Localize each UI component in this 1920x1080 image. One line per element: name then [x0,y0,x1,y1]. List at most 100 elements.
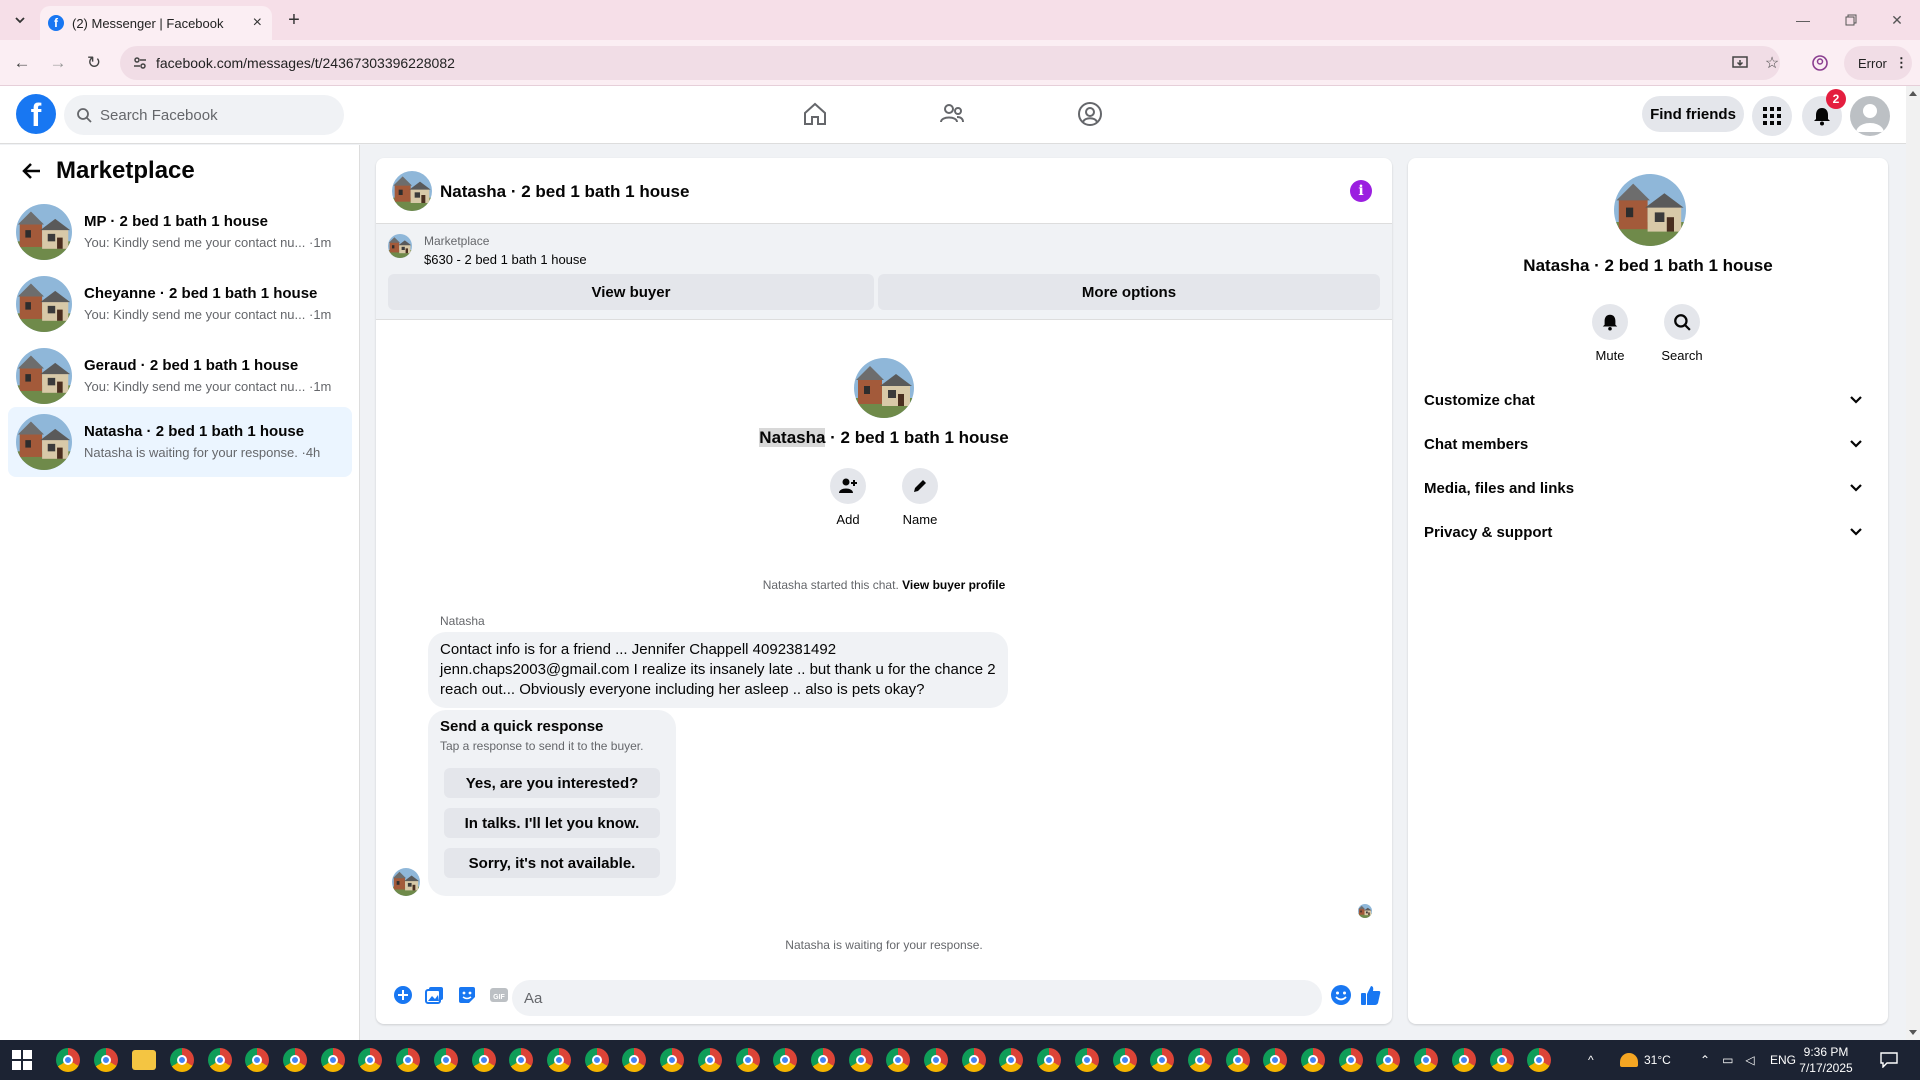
browser-taskbar-icon[interactable] [962,1048,986,1072]
windows-start-icon[interactable] [12,1050,32,1070]
more-menu-icon[interactable]: ⋮ [1895,55,1908,71]
browser-taskbar-icon[interactable] [1150,1048,1174,1072]
quick-response-button[interactable]: Yes, are you interested? [444,768,660,798]
add-member-button[interactable]: Add [818,468,878,527]
browser-taskbar-icon[interactable] [1037,1048,1061,1072]
view-buyer-profile-link[interactable]: View buyer profile [902,578,1005,592]
edit-name-button[interactable]: Name [890,468,950,527]
thumbs-up-icon[interactable] [1360,984,1382,1006]
reload-icon[interactable]: ↻ [82,51,106,75]
browser-taskbar-icon[interactable] [886,1048,910,1072]
browser-taskbar-icon[interactable] [1263,1048,1287,1072]
close-tab-icon[interactable]: × [253,14,262,32]
find-friends-button[interactable]: Find friends [1642,96,1744,132]
conversation-item[interactable]: Cheyanne · 2 bed 1 bath 1 house You: Kin… [8,269,352,339]
browser-taskbar-icon[interactable] [622,1048,646,1072]
friends-nav-icon[interactable] [934,96,970,132]
site-info-icon[interactable] [132,55,148,71]
view-buyer-button[interactable]: View buyer [388,274,874,310]
profile-error-chip[interactable]: Error ⋮ [1844,46,1912,80]
browser-taskbar-icon[interactable] [1075,1048,1099,1072]
back-arrow-icon[interactable] [20,159,44,183]
browser-taskbar-icon[interactable] [999,1048,1023,1072]
sticker-icon[interactable] [456,984,478,1006]
browser-taskbar-icon[interactable] [1339,1048,1363,1072]
browser-taskbar-icon[interactable] [94,1048,118,1072]
notification-center-icon[interactable] [1880,1040,1898,1080]
browser-taskbar-icon[interactable] [358,1048,382,1072]
browser-taskbar-icon[interactable] [1226,1048,1250,1072]
browser-taskbar-icon[interactable] [1188,1048,1212,1072]
browser-taskbar-icon[interactable] [1490,1048,1514,1072]
browser-taskbar-icon[interactable] [698,1048,722,1072]
conversation-item[interactable]: MP · 2 bed 1 bath 1 house You: Kindly se… [8,197,352,267]
install-app-icon[interactable] [1728,51,1752,75]
tray-system-icons[interactable]: ⌃ ▭ ◁ [1700,1040,1755,1080]
address-bar[interactable]: facebook.com/messages/t/2436730339622808… [120,46,1780,80]
customize-chat-section[interactable]: Customize chat [1416,380,1880,420]
privacy-support-section[interactable]: Privacy & support [1416,512,1880,552]
forward-icon[interactable]: → [46,51,70,75]
back-icon[interactable]: ← [10,51,34,75]
conversation-item-active[interactable]: Natasha · 2 bed 1 bath 1 house Natasha i… [8,407,352,477]
conversation-item[interactable]: Geraud · 2 bed 1 bath 1 house You: Kindl… [8,341,352,411]
browser-taskbar-icon[interactable] [660,1048,684,1072]
browser-taskbar-icon[interactable] [208,1048,232,1072]
photo-gallery-icon[interactable] [424,984,446,1006]
browser-taskbar-icon[interactable] [509,1048,533,1072]
facebook-logo-icon[interactable]: f [16,94,56,134]
page-scrollbar[interactable] [1906,86,1920,1040]
search-in-conversation-button[interactable]: Search [1652,304,1712,363]
browser-taskbar-icon[interactable] [1113,1048,1137,1072]
tab-search-chevron-icon[interactable] [6,8,34,32]
browser-taskbar-icon[interactable] [811,1048,835,1072]
restore-window-icon[interactable] [1836,8,1866,32]
minimize-window-icon[interactable]: — [1788,8,1818,32]
browser-taskbar-icon[interactable] [585,1048,609,1072]
browser-taskbar-icon[interactable] [396,1048,420,1072]
gif-icon[interactable]: GIF [488,984,510,1006]
browser-taskbar-icon[interactable] [170,1048,194,1072]
browser-taskbar-icon[interactable] [1527,1048,1551,1072]
chat-members-section[interactable]: Chat members [1416,424,1880,464]
emoji-icon[interactable] [1330,984,1352,1006]
browser-taskbar-icon[interactable] [472,1048,496,1072]
browser-taskbar-icon[interactable] [736,1048,760,1072]
mute-button[interactable]: Mute [1580,304,1640,363]
browser-taskbar-icon[interactable] [547,1048,571,1072]
new-tab-icon[interactable]: + [282,8,306,32]
browser-tab-messenger[interactable]: f (2) Messenger | Facebook × [40,6,272,40]
media-files-links-section[interactable]: Media, files and links [1416,468,1880,508]
browser-taskbar-icon[interactable] [1301,1048,1325,1072]
browser-taskbar-icon[interactable] [849,1048,873,1072]
listing-price-title[interactable]: $630 - 2 bed 1 bath 1 house [424,252,587,267]
browser-taskbar-icon[interactable] [1414,1048,1438,1072]
browser-taskbar-icon[interactable] [434,1048,458,1072]
profile-nav-icon[interactable] [1072,96,1108,132]
close-window-icon[interactable]: ✕ [1882,8,1912,32]
browser-taskbar-icon[interactable] [1376,1048,1400,1072]
file-explorer-taskbar-icon[interactable] [132,1050,156,1070]
weather-widget[interactable]: 31°C [1620,1040,1671,1080]
bookmark-star-icon[interactable]: ☆ [1760,51,1784,75]
browser-taskbar-icon[interactable] [924,1048,948,1072]
chat-title[interactable]: Natasha · 2 bed 1 bath 1 house [440,182,689,202]
account-avatar[interactable] [1850,96,1890,136]
more-options-button[interactable]: More options [878,274,1380,310]
facebook-search-field[interactable]: Search Facebook [64,95,344,135]
sender-avatar[interactable] [392,868,420,896]
quick-response-button[interactable]: Sorry, it's not available. [444,848,660,878]
browser-taskbar-icon[interactable] [56,1048,80,1072]
menu-grid-icon[interactable] [1752,96,1792,136]
browser-taskbar-icon[interactable] [321,1048,345,1072]
quick-response-button[interactable]: In talks. I'll let you know. [444,808,660,838]
conversation-info-icon[interactable]: i [1350,180,1372,202]
plus-circle-icon[interactable] [392,984,414,1006]
taskbar-clock[interactable]: 9:36 PM 7/17/2025 [1786,1044,1866,1076]
browser-taskbar-icon[interactable] [773,1048,797,1072]
home-nav-icon[interactable] [797,96,833,132]
browser-taskbar-icon[interactable] [283,1048,307,1072]
profile-icon[interactable] [1808,51,1832,75]
browser-taskbar-icon[interactable] [245,1048,269,1072]
show-hidden-icons-icon[interactable]: ^ [1588,1040,1594,1080]
